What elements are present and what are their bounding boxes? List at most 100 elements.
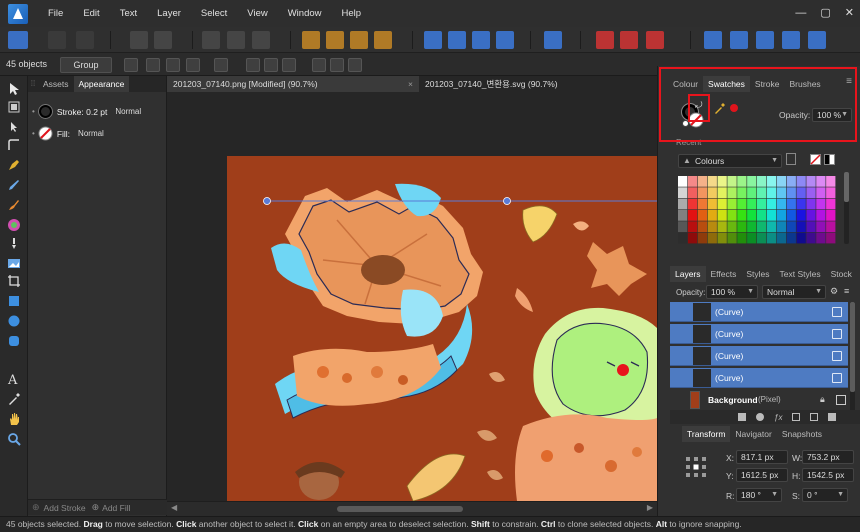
layer-visibility-checkbox[interactable]	[832, 373, 842, 383]
snap-pixel-icon[interactable]	[252, 31, 270, 49]
tab-stroke[interactable]: Stroke	[750, 76, 785, 92]
color-swatch[interactable]	[687, 221, 698, 233]
palette-select[interactable]: ▲ Colours ▼	[678, 154, 782, 168]
move-tool-icon[interactable]	[7, 82, 21, 96]
tab-assets[interactable]: Assets	[38, 76, 74, 92]
shear-field[interactable]: 0 ° ▼	[802, 488, 848, 502]
layer-opacity-field[interactable]: 100 % ▼	[706, 285, 758, 299]
h-field[interactable]: 1542.5 px	[802, 468, 854, 482]
align-center-icon[interactable]	[264, 58, 278, 72]
color-swatch[interactable]	[687, 187, 698, 199]
color-swatch[interactable]	[806, 221, 816, 233]
color-swatch[interactable]	[707, 187, 717, 199]
swatch-grid[interactable]	[678, 176, 836, 244]
tab-layers[interactable]: Layers	[670, 266, 706, 282]
color-swatch[interactable]	[707, 176, 717, 187]
color-swatch[interactable]	[737, 176, 747, 187]
color-swatch[interactable]	[717, 210, 727, 221]
stroke-row[interactable]: • Stroke: 0.2 pt Normal	[32, 104, 164, 119]
minimize-button[interactable]: —	[795, 0, 806, 27]
tab-colour[interactable]: Colour	[668, 76, 703, 92]
group-layer-icon[interactable]	[810, 413, 819, 421]
mask-layer-icon[interactable]	[738, 413, 746, 421]
opacity-field[interactable]: 100 % ▼	[812, 108, 852, 122]
color-swatch[interactable]	[727, 198, 737, 210]
color-swatch[interactable]	[786, 187, 796, 199]
canvas-area[interactable]	[167, 92, 657, 501]
color-swatch[interactable]	[766, 187, 777, 199]
color-swatch[interactable]	[687, 176, 698, 187]
color-swatch[interactable]	[806, 232, 816, 244]
color-swatch[interactable]	[678, 176, 688, 187]
stroke-blend-mode[interactable]: Normal	[115, 107, 141, 116]
corner-tool-icon[interactable]	[7, 138, 21, 152]
color-swatch[interactable]	[757, 221, 767, 233]
hide-selection-icon[interactable]	[146, 58, 160, 72]
w-field[interactable]: 753.2 px	[802, 450, 854, 464]
stroke-swatch-icon[interactable]	[37, 104, 53, 119]
pencil-tool-icon[interactable]	[7, 178, 21, 192]
flip-horizontal-icon[interactable]	[424, 31, 442, 49]
show-bounding-icon[interactable]	[214, 58, 228, 72]
color-swatch[interactable]	[796, 187, 806, 199]
color-swatch[interactable]	[806, 198, 816, 210]
small-maple-leaf-shape[interactable]	[587, 242, 647, 296]
arrange-backward-icon[interactable]	[326, 31, 344, 49]
color-swatch[interactable]	[697, 198, 708, 210]
ginkgo-leaf-shape[interactable]	[522, 205, 558, 243]
menu-file[interactable]: File	[38, 0, 73, 27]
scroll-left-icon[interactable]: ◀	[171, 503, 177, 512]
color-swatch[interactable]	[786, 198, 796, 210]
boolean-subtract-icon[interactable]	[730, 31, 748, 49]
menu-edit[interactable]: Edit	[73, 0, 109, 27]
color-swatch[interactable]	[697, 221, 708, 233]
color-swatch[interactable]	[766, 198, 777, 210]
color-swatch[interactable]	[678, 187, 688, 199]
rotate-right-icon[interactable]	[496, 31, 514, 49]
color-swatch[interactable]	[816, 198, 826, 210]
color-swatch[interactable]	[796, 176, 806, 187]
align-middle-icon[interactable]	[330, 58, 344, 72]
color-swatch[interactable]	[687, 232, 698, 244]
flip-vertical-icon[interactable]	[448, 31, 466, 49]
align-left-icon[interactable]	[246, 58, 260, 72]
color-swatch[interactable]	[796, 210, 806, 221]
color-swatch[interactable]	[717, 198, 727, 210]
menu-view[interactable]: View	[237, 0, 277, 27]
hand-tool-icon[interactable]	[7, 412, 21, 426]
boolean-xor-icon[interactable]	[782, 31, 800, 49]
color-swatch[interactable]	[697, 176, 708, 187]
ginkgo-leaf-shape[interactable]	[406, 453, 466, 501]
layer-row[interactable]: (Curve)	[670, 346, 848, 366]
align-bottom-icon[interactable]	[348, 58, 362, 72]
vector-brush-tool-icon[interactable]	[7, 198, 21, 212]
color-swatch[interactable]	[727, 210, 737, 221]
color-swatch[interactable]	[747, 198, 757, 210]
tab-text-styles[interactable]: Text Styles	[775, 266, 826, 282]
leaf-pile-shape[interactable]	[293, 344, 441, 406]
layer-menu-icon[interactable]: ≡	[844, 286, 849, 296]
tab-swatches[interactable]: Swatches	[703, 76, 750, 92]
color-swatch[interactable]	[727, 176, 737, 187]
boolean-divide-icon[interactable]	[808, 31, 826, 49]
color-swatch[interactable]	[727, 232, 737, 244]
color-swatch[interactable]	[717, 187, 727, 199]
eyedropper-icon[interactable]	[714, 102, 726, 114]
color-swatch[interactable]	[678, 221, 688, 233]
rotation-field[interactable]: 180 ° ▼	[736, 488, 782, 502]
color-swatch[interactable]	[707, 198, 717, 210]
crop-tool-icon[interactable]	[7, 274, 21, 288]
fill-none-swatch-icon[interactable]	[38, 126, 53, 141]
color-swatch[interactable]	[757, 210, 767, 221]
magnet-snapping-icon[interactable]	[646, 31, 664, 49]
selection-handle[interactable]	[263, 197, 271, 205]
color-swatch[interactable]	[786, 232, 796, 244]
color-swatch[interactable]	[816, 187, 826, 199]
color-swatch[interactable]	[766, 210, 777, 221]
color-swatch[interactable]	[776, 221, 787, 233]
color-swatch[interactable]	[737, 232, 747, 244]
y-field[interactable]: 1612.5 px	[736, 468, 788, 482]
doc-tab-svg[interactable]: 201203_07140_변환용.svg (90.7%)	[419, 76, 657, 92]
background-layer-row[interactable]: Background (Pixel) 🔒︎	[670, 390, 848, 410]
color-swatch[interactable]	[826, 187, 836, 199]
